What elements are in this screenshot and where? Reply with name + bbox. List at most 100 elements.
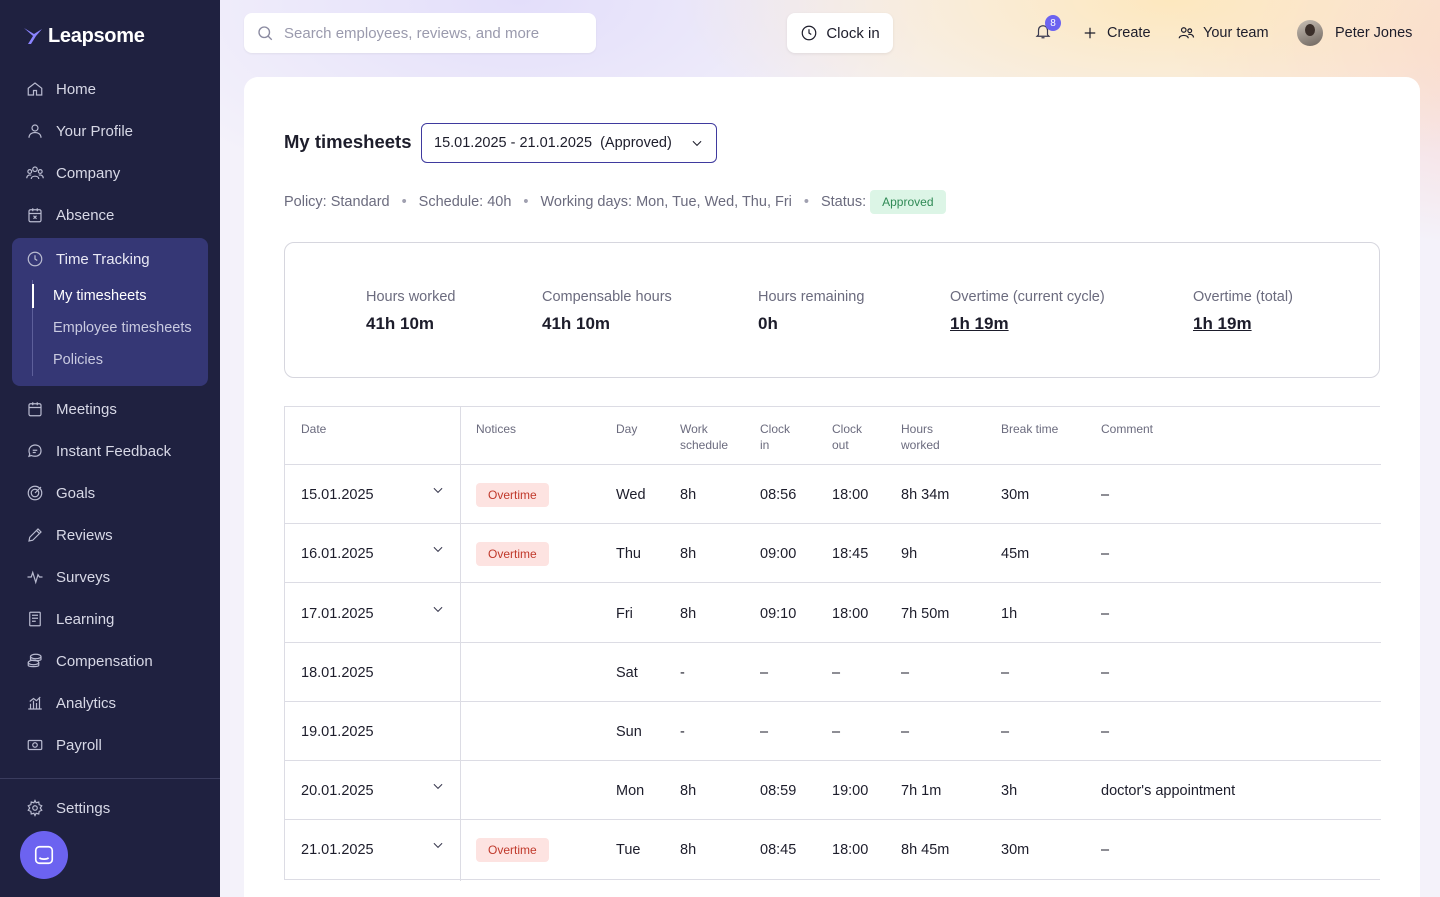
pulse-icon [27, 570, 43, 585]
th-line: Clock [760, 422, 791, 436]
cell-clock-out: 19:00 [832, 782, 869, 799]
cell-hours-worked: 9h [901, 545, 918, 562]
meta-working-days: Working days: Mon, Tue, Wed, Thu, Fri [540, 194, 792, 210]
expand-row-chevron-icon[interactable] [431, 779, 445, 793]
th-comment: Comment [1101, 422, 1154, 436]
sidebar-item-absence[interactable]: Absence [12, 194, 208, 236]
sidebar-item-label: Goals [56, 484, 96, 502]
meta-policy: Policy: Standard [284, 194, 390, 210]
sidebar-item-your-profile[interactable]: Your Profile [12, 110, 208, 152]
sidebar-item-label: Settings [56, 799, 111, 817]
cell-work-schedule: 8h [680, 545, 697, 562]
th-clock-out: Clock out [832, 421, 862, 453]
th-work-schedule: Work schedule [680, 421, 728, 453]
sidebar-subitem-my-timesheets[interactable]: My timesheets [32, 280, 208, 312]
chat-bubble-icon [34, 845, 54, 865]
cell-comment: – [1101, 723, 1110, 740]
coins-icon [27, 653, 42, 668]
people-icon [26, 166, 44, 180]
sidebar-item-analytics[interactable]: Analytics [12, 682, 208, 724]
th-date: Date [301, 422, 327, 436]
app-name: Leapsome [48, 24, 145, 47]
cell-day: Tue [616, 841, 641, 858]
cell-date: 16.01.2025 [301, 545, 374, 562]
table-row[interactable]: 21.01.2025 Overtime Tue 8h 08:45 18:00 8h 45m 3… [285, 820, 1381, 879]
cell-hours-worked: 7h 1m [901, 782, 942, 799]
cell-clock-out: 18:00 [832, 486, 869, 503]
sidebar-item-settings[interactable]: Settings [12, 787, 208, 829]
sidebar-item-payroll[interactable]: Payroll [12, 724, 208, 766]
book-icon [29, 611, 41, 627]
cell-hours-worked: – [901, 723, 910, 740]
sidebar-item-reviews[interactable]: Reviews [12, 514, 208, 556]
table-row[interactable]: 20.01.2025 Mon 8h 08:59 19:00 7h 1m 3h doctor's… [285, 761, 1381, 820]
timesheet-table: Date Notices Day Work schedule Clock in … [284, 406, 1381, 881]
cell-clock-out: 18:45 [832, 545, 869, 562]
sidebar-item-compensation[interactable]: Compensation [12, 640, 208, 682]
cell-comment: – [1101, 486, 1110, 503]
cell-clock-in: – [760, 723, 769, 740]
expand-row-chevron-icon[interactable] [431, 602, 445, 616]
cell-date: 15.01.2025 [301, 486, 374, 503]
sidebar-item-home[interactable]: Home [12, 68, 208, 110]
sidebar-item-company[interactable]: Company [12, 152, 208, 194]
cell-clock-out: 18:00 [832, 605, 869, 622]
overtime-notice-badge: Overtime [476, 837, 549, 862]
sidebar-item-goals[interactable]: Goals [12, 472, 208, 514]
table-row[interactable]: 16.01.2025 Overtime Thu 8h 09:00 18:45 9h 45m – [285, 524, 1381, 583]
create-button[interactable]: Create [1081, 22, 1151, 44]
period-select-value: 15.01.2025 - 21.01.2025 (Approved) [434, 135, 672, 151]
time-tracking-submenu: My timesheets Employee timesheets Polici… [32, 280, 208, 376]
user-menu[interactable]: Peter Jones [1297, 20, 1412, 46]
table-row[interactable]: 17.01.2025 Fri 8h 09:10 18:00 7h 50m 1h – [285, 584, 1381, 643]
sidebar-item-surveys[interactable]: Surveys [12, 556, 208, 598]
overtime-total-link[interactable]: 1h 19m [1193, 314, 1293, 334]
sidebar-item-learning[interactable]: Learning [12, 598, 208, 640]
sidebar-subitem-employee-timesheets[interactable]: Employee timesheets [33, 312, 208, 344]
meta-separator: • [523, 194, 529, 210]
stat-overtime-total: Overtime (total) 1h 19m [1193, 289, 1293, 334]
overtime-current-link[interactable]: 1h 19m [950, 314, 1105, 334]
cell-day: Sun [616, 723, 642, 740]
sidebar-item-label: Learning [56, 610, 115, 628]
sidebar-divider [0, 778, 220, 779]
notifications-button[interactable]: 8 [1034, 15, 1061, 44]
sidebar-item-instant-feedback[interactable]: Instant Feedback [12, 430, 208, 472]
create-label: Create [1107, 25, 1151, 41]
table-row[interactable]: 18.01.2025 Sat - – – – – – [285, 643, 1381, 702]
cell-hours-worked: 8h 34m [901, 486, 950, 503]
cell-date: 17.01.2025 [301, 605, 374, 622]
table-row[interactable]: 19.01.2025 Sun - – – – – – [285, 702, 1381, 761]
th-line: Hours [901, 422, 934, 436]
cell-work-schedule: 8h [680, 486, 697, 503]
table-row[interactable]: 15.01.2025 Overtime Wed 8h 08:56 18:00 8h 34m 3… [285, 465, 1381, 524]
search-icon [258, 26, 273, 41]
expand-row-chevron-icon[interactable] [431, 483, 445, 497]
stat-value: 41h 10m [542, 314, 611, 333]
your-team-button[interactable]: Your team [1177, 22, 1269, 44]
cell-work-schedule: - [680, 723, 685, 740]
meta-schedule: Schedule: 40h [418, 194, 512, 210]
table-header: Date Notices Day Work schedule Clock in … [285, 407, 1381, 465]
sidebar-item-label: Company [56, 164, 121, 182]
clock-in-label: Clock in [826, 24, 880, 42]
clock-in-button[interactable]: Clock in [787, 13, 893, 53]
sidebar-item-time-tracking[interactable]: Time Tracking [12, 238, 208, 280]
support-chat-button[interactable] [20, 831, 68, 879]
sidebar-subitem-policies[interactable]: Policies [33, 344, 208, 376]
search-input[interactable] [284, 24, 574, 42]
cell-hours-worked: 8h 45m [901, 841, 950, 858]
clock-icon [27, 251, 43, 267]
stat-label: Hours worked [366, 289, 456, 305]
leapsome-logo-icon [24, 28, 42, 44]
stat-value: 41h 10m [366, 314, 435, 333]
timesheet-meta: Policy: Standard • Schedule: 40h • Worki… [284, 190, 946, 214]
meta-status-label: Status: [820, 194, 867, 210]
sidebar-item-meetings[interactable]: Meetings [12, 388, 208, 430]
app-logo[interactable]: Leapsome [22, 22, 145, 50]
search-bar[interactable] [244, 13, 596, 53]
expand-row-chevron-icon[interactable] [431, 542, 445, 556]
sidebar-item-label: Payroll [56, 736, 102, 754]
expand-row-chevron-icon[interactable] [431, 838, 445, 852]
period-select[interactable]: 15.01.2025 - 21.01.2025 (Approved) [421, 123, 717, 163]
